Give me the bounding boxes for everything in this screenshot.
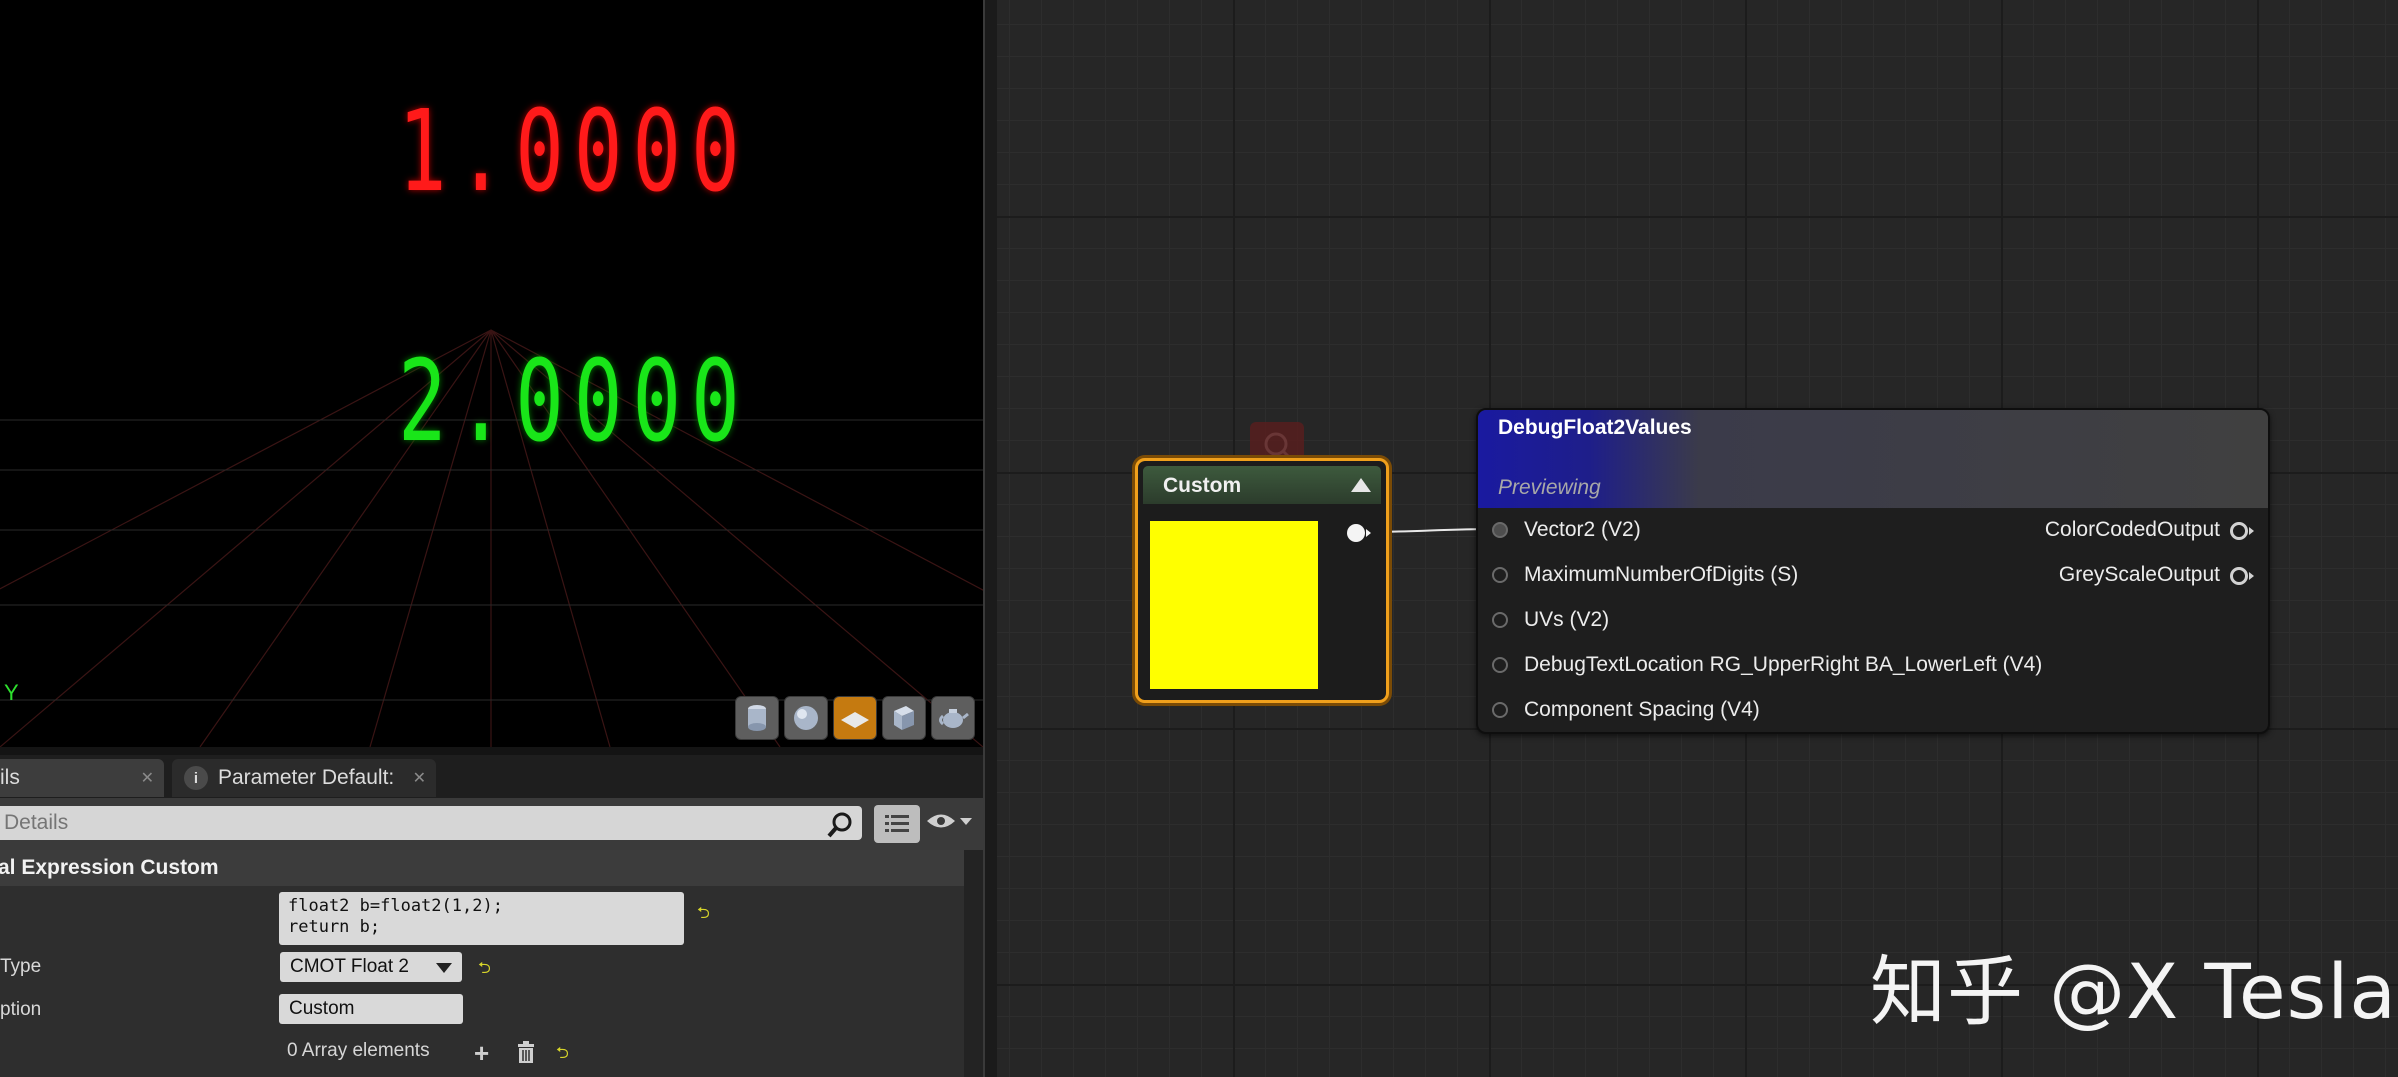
debug-value-x: 1.0000 [398, 87, 750, 217]
property-code: float2 b=float2(1,2); return b; ⮌ [0, 886, 983, 956]
pin-row: Component Spacing (V4) [1478, 690, 2268, 730]
output-type-value: CMOT Float 2 [290, 956, 409, 977]
details-panel: ils ✕ i Parameter Default: ✕ Details al … [0, 755, 983, 1077]
debug-float2-values-node[interactable]: DebugFloat2Values Previewing Vector2 (V2… [1476, 408, 2270, 734]
reset-to-default-icon[interactable]: ⮌ [697, 902, 710, 929]
material-preview-viewport[interactable]: 1.0000 2.0000 Y [0, 0, 983, 747]
cylinder-icon[interactable] [735, 696, 779, 740]
info-icon: i [184, 766, 208, 790]
close-icon[interactable]: ✕ [141, 768, 154, 788]
watermark: 知乎 @X Tesla [1870, 947, 2397, 1036]
close-icon[interactable]: ✕ [413, 768, 426, 788]
input-pin-label: UVs (V2) [1524, 608, 1610, 631]
axis-label-y: Y [4, 680, 19, 705]
tab-parameter-defaults-label: Parameter Default: [218, 766, 395, 789]
input-pin-label: DebugTextLocation RG_UpperRight BA_Lower… [1524, 653, 2043, 676]
list-icon [885, 815, 909, 832]
node-preview-swatch [1150, 521, 1318, 689]
property-description: ption Custom [0, 991, 983, 1031]
output-type-dropdown[interactable]: CMOT Float 2 [280, 952, 462, 982]
output-pin-greyscale[interactable] [2230, 567, 2254, 585]
debug-node-subtitle: Previewing [1498, 476, 1601, 499]
panel-splitter-horizontal[interactable] [0, 747, 983, 755]
category-title: al Expression Custom [0, 856, 219, 879]
inputs-array-count: 0 Array elements [287, 1040, 430, 1061]
tab-details[interactable]: ils ✕ [0, 759, 164, 797]
input-pin-vector2[interactable] [1492, 522, 1508, 538]
property-output-type: Type CMOT Float 2 ⮌ [0, 947, 983, 987]
pin-row: DebugTextLocation RG_UpperRight BA_Lower… [1478, 645, 2268, 685]
trash-icon[interactable] [516, 1041, 536, 1063]
custom-node-header[interactable]: Custom [1143, 466, 1381, 504]
code-field[interactable]: float2 b=float2(1,2); return b; [279, 892, 684, 945]
input-pin-label: Component Spacing (V4) [1524, 698, 1760, 721]
details-tab-bar: ils ✕ i Parameter Default: ✕ [0, 755, 983, 798]
output-pin-color-coded[interactable] [2230, 522, 2254, 540]
pin-row: UVs (V2) [1478, 600, 2268, 640]
teapot-icon[interactable] [931, 696, 975, 740]
debug-value-y: 2.0000 [398, 337, 750, 467]
output-pin-label: ColorCodedOutput [2044, 518, 2220, 541]
chevron-down-icon [960, 817, 972, 825]
input-pin-component-spacing[interactable] [1492, 702, 1508, 718]
details-scrollbar[interactable] [964, 850, 983, 1077]
pin-row: Vector2 (V2) ColorCodedOutput [1478, 510, 2268, 550]
details-search-input[interactable] [0, 806, 862, 840]
input-pin-max-digits[interactable] [1492, 567, 1508, 583]
input-pin-label: Vector2 (V2) [1524, 518, 1641, 541]
input-pin-text-location[interactable] [1492, 657, 1508, 673]
plane-icon[interactable] [833, 696, 877, 740]
output-pin[interactable] [1347, 524, 1371, 542]
details-search-row [0, 798, 983, 850]
reset-to-default-icon[interactable]: ⮌ [556, 1042, 569, 1069]
property-inputs: 0 Array elements + ⮌ [0, 1036, 983, 1076]
custom-node-title: Custom [1163, 474, 1242, 497]
output-pin-label: GreyScaleOutput [2058, 563, 2220, 586]
reset-to-default-icon[interactable]: ⮌ [478, 957, 491, 984]
cube-icon[interactable] [882, 696, 926, 740]
input-pin-uvs[interactable] [1492, 612, 1508, 628]
debug-node-title: DebugFloat2Values [1498, 416, 1692, 439]
custom-expression-node[interactable]: Custom [1135, 458, 1389, 703]
visibility-filter-button[interactable] [926, 812, 972, 830]
tab-parameter-defaults[interactable]: i Parameter Default: ✕ [172, 759, 436, 797]
view-options-list-button[interactable] [874, 805, 920, 843]
preview-mesh-toolbar [735, 696, 975, 740]
tab-details-label: ils [0, 766, 20, 789]
add-element-icon[interactable]: + [474, 1038, 489, 1069]
sphere-icon[interactable] [784, 696, 828, 740]
output-type-label: Type [0, 956, 42, 977]
pin-row: MaximumNumberOfDigits (S) GreyScaleOutpu… [1478, 555, 2268, 595]
panel-splitter-vertical[interactable] [983, 0, 997, 1077]
category-header[interactable]: al Expression Custom [0, 850, 983, 886]
search-icon[interactable] [826, 811, 854, 839]
chevron-down-icon [436, 963, 452, 973]
collapse-preview-icon[interactable] [1351, 478, 1371, 492]
input-pin-label: MaximumNumberOfDigits (S) [1524, 563, 1799, 586]
eye-icon [927, 814, 955, 828]
description-label: ption [0, 999, 42, 1020]
debug-node-header[interactable]: DebugFloat2Values Previewing [1478, 410, 2268, 508]
description-field[interactable]: Custom [279, 994, 463, 1024]
